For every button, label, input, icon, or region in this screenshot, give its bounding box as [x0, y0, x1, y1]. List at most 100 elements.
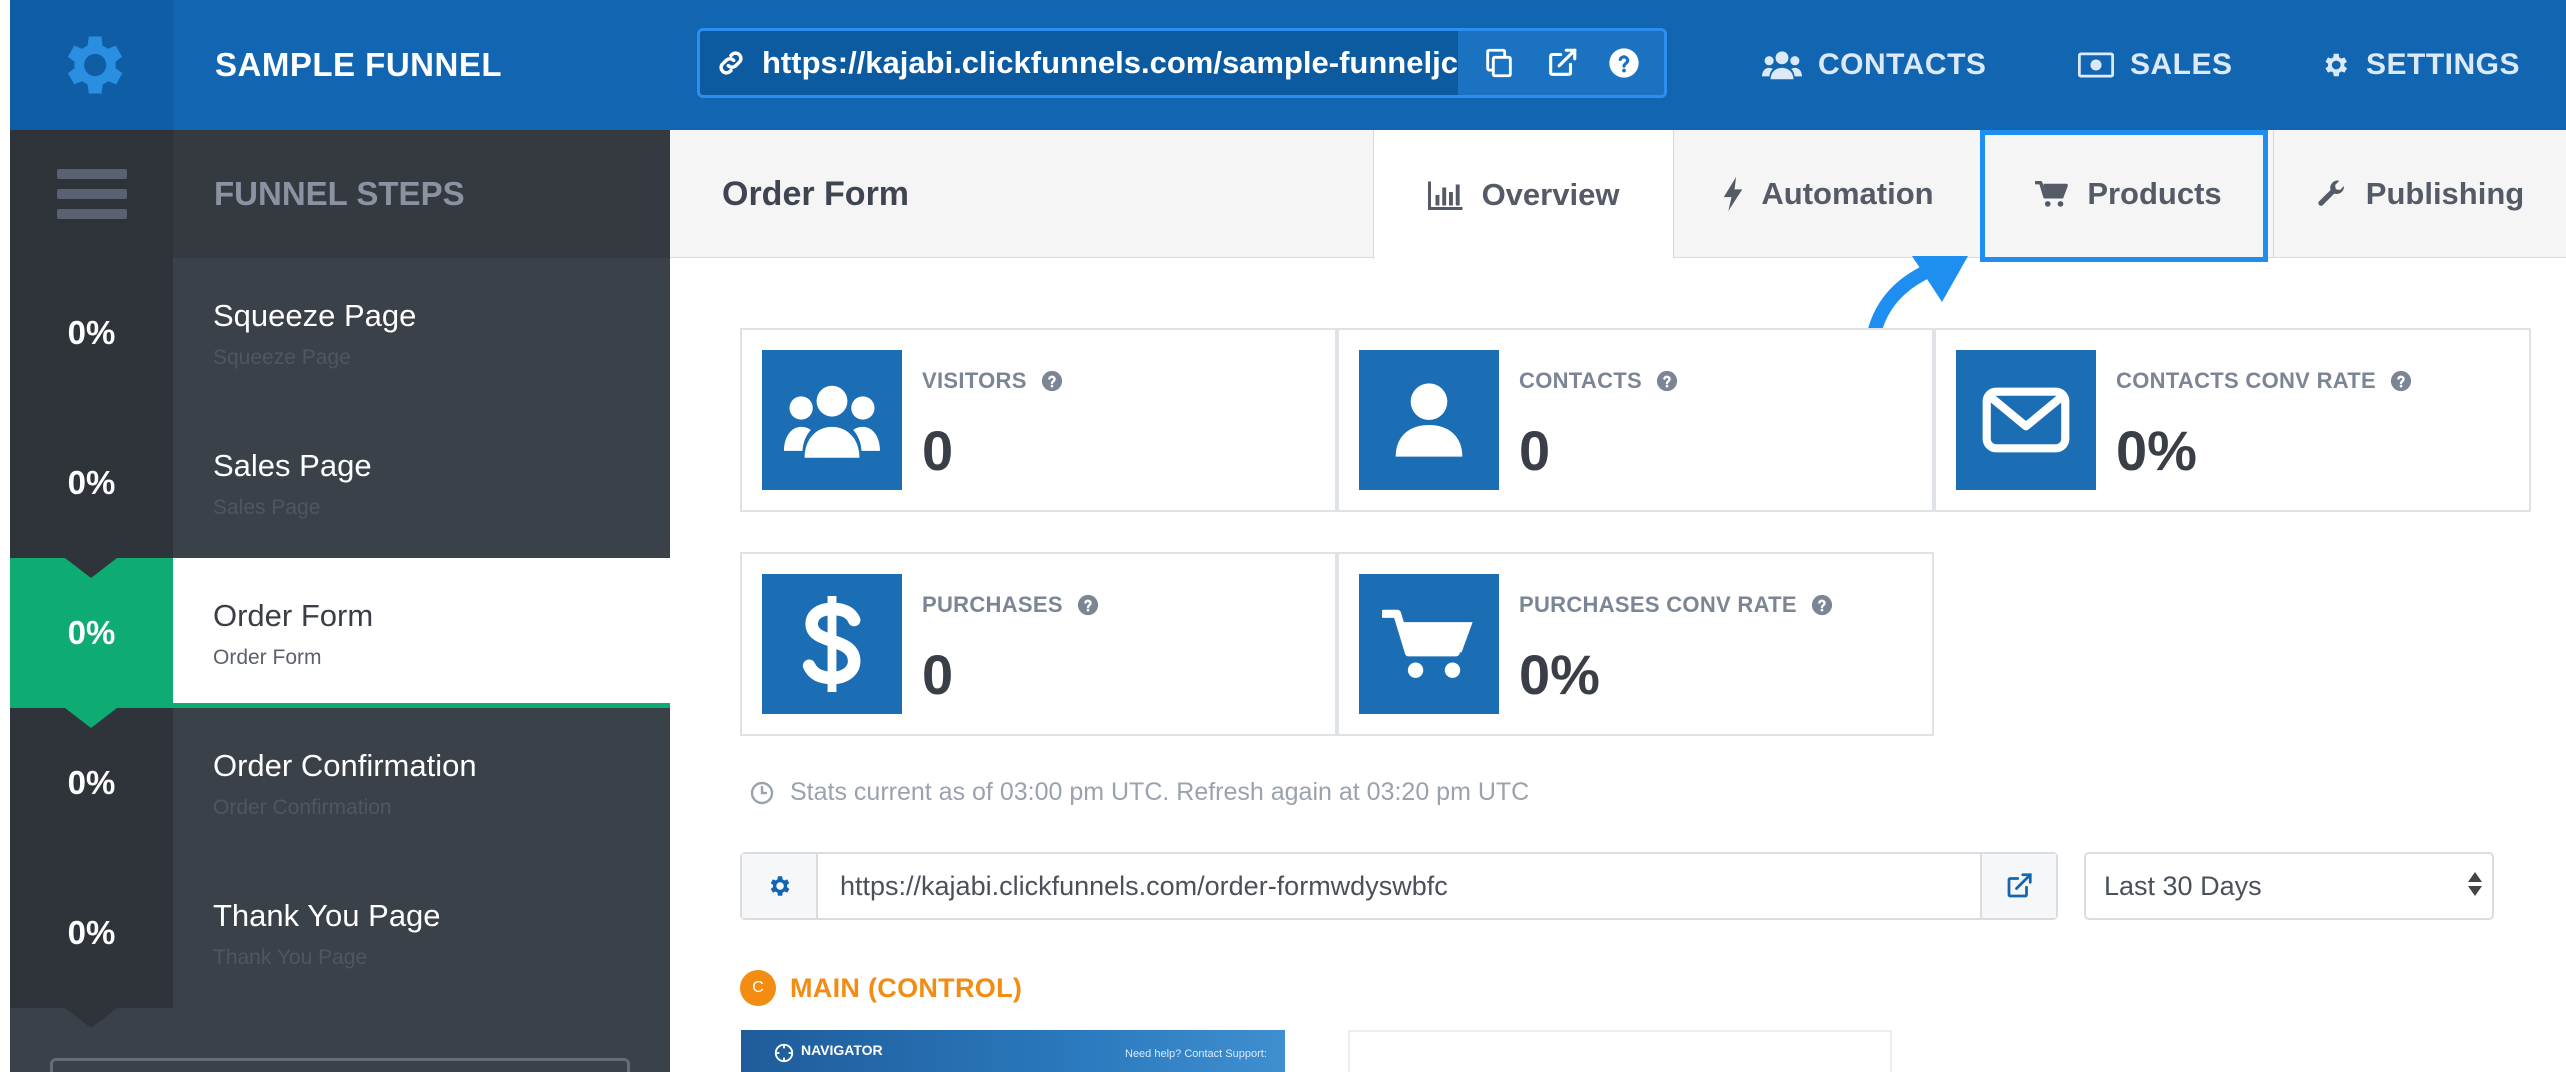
stat-contacts-conv-rate: CONTACTS CONV RATE 0% [1934, 328, 2531, 512]
step-percent: 0% [10, 708, 173, 878]
stat-value: 0 [922, 419, 954, 482]
page-url-row: https://kajabi.clickfunnels.com/order-fo… [740, 852, 2058, 920]
step-percent: 0% [10, 258, 173, 428]
funnel-step-squeeze-page[interactable]: 0% Squeeze Page Squeeze Page [10, 258, 670, 428]
funnel-url-text[interactable]: https://kajabi.clickfunnels.com/sample-f… [762, 45, 1458, 81]
step-names: Order Confirmation Order Confirmation [173, 708, 670, 858]
step-name: Order Form [213, 598, 374, 633]
page-thumbnail[interactable]: NAVIGATOR Need help? Contact Support: [741, 1030, 1285, 1072]
step-subtitle: Order Form [213, 646, 322, 669]
funnel-step-sales-page[interactable]: 0% Sales Page Sales Page [10, 408, 670, 578]
stat-value: 0 [1519, 419, 1551, 482]
copy-icon[interactable] [1482, 46, 1516, 80]
stat-contacts: CONTACTS 0 [1337, 328, 1934, 512]
stat-label: CONTACTS CONV RATE [2116, 368, 2412, 394]
top-header: SAMPLE FUNNEL https://kajabi.clickfunnel… [10, 0, 2566, 130]
tab-products[interactable]: Products [1983, 130, 2273, 258]
step-name: Order Confirmation [213, 748, 477, 783]
funnel-title: SAMPLE FUNNEL [215, 46, 502, 83]
stat-label-text: PURCHASES [922, 592, 1063, 617]
stat-label: VISITORS [922, 368, 1063, 394]
users-icon [784, 385, 880, 458]
nav-settings[interactable]: SETTINGS [2320, 0, 2520, 130]
stat-label-text: PURCHASES CONV RATE [1519, 592, 1797, 617]
nav-contacts[interactable]: CONTACTS [1762, 0, 1986, 130]
help-icon[interactable] [1608, 47, 1640, 79]
stat-label: PURCHASES [922, 592, 1099, 618]
step-percent: 0% [10, 408, 173, 578]
funnel-step-order-form[interactable]: 0% Order Form Order Form [10, 558, 670, 728]
users-icon [1762, 51, 1802, 80]
tab-overview[interactable]: Overview [1373, 130, 1673, 259]
sidebar-header: FUNNEL STEPS [10, 130, 670, 258]
stat-label: CONTACTS [1519, 368, 1678, 394]
stat-icon-box [762, 574, 902, 714]
step-subtitle: Order Confirmation [213, 796, 392, 819]
stats-refresh-note: Stats current as of 03:00 pm UTC. Refres… [750, 778, 1529, 807]
bolt-icon [1724, 177, 1743, 211]
thumbnail-brand: NAVIGATOR [801, 1042, 883, 1058]
variant-name: MAIN (CONTROL) [790, 972, 1023, 1003]
stat-value: 0% [2116, 419, 2197, 482]
help-icon[interactable] [1811, 594, 1833, 616]
step-names: Thank You Page Thank You Page [173, 858, 670, 1008]
url-settings-button[interactable] [742, 854, 818, 918]
stats-note-text: Stats current as of 03:00 pm UTC. Refres… [790, 778, 1530, 806]
app-logo[interactable] [10, 0, 173, 130]
page-url-input[interactable]: https://kajabi.clickfunnels.com/order-fo… [818, 854, 1980, 918]
settings-gear-icon [2325, 53, 2347, 77]
page-edge [0, 0, 10, 1072]
stat-icon-box [1956, 350, 2096, 490]
gear-icon [67, 36, 122, 94]
compass-icon [774, 1043, 794, 1063]
help-icon[interactable] [1656, 370, 1678, 392]
nav-settings-label: SETTINGS [2366, 48, 2521, 81]
stat-icon-box [1359, 574, 1499, 714]
funnel-step-thank-you-page[interactable]: 0% Thank You Page Thank You Page [10, 858, 670, 1028]
help-icon[interactable] [1077, 594, 1099, 616]
date-range-select[interactable]: Last 30 Days [2084, 852, 2494, 920]
step-name: Squeeze Page [213, 298, 417, 333]
external-link-icon[interactable] [1545, 46, 1579, 80]
add-step-button[interactable] [50, 1058, 630, 1072]
user-icon [1395, 383, 1463, 457]
tab-overview-label: Overview [1481, 176, 1620, 212]
tab-publishing[interactable]: Publishing [2273, 130, 2566, 258]
page-title: Order Form [722, 175, 910, 213]
funnel-steps-sidebar: FUNNEL STEPS 0% Squeeze Page Squeeze Pag… [10, 130, 670, 1072]
variant-stats-panel [1348, 1030, 1892, 1072]
date-range-value: Last 30 Days [2104, 870, 2262, 901]
thumbnail-help-text: Need help? Contact Support: [1125, 1048, 1267, 1060]
stat-visitors: VISITORS 0 [740, 328, 1337, 512]
help-icon[interactable] [2390, 370, 2412, 392]
select-arrows-icon [2468, 872, 2482, 896]
stat-label: PURCHASES CONV RATE [1519, 592, 1833, 618]
nav-sales-label: SALES [2130, 48, 2233, 81]
open-page-button[interactable] [1980, 854, 2056, 918]
variant-badge: C [740, 970, 776, 1006]
cart-icon [1382, 609, 1473, 678]
stat-purchases-conv-rate: PURCHASES CONV RATE 0% [1337, 552, 1934, 736]
stat-icon-box [762, 350, 902, 490]
tab-publishing-label: Publishing [2365, 176, 2525, 211]
nav-sales[interactable]: SALES [2078, 0, 2233, 130]
step-percent: 0% [10, 858, 173, 1028]
help-icon[interactable] [1041, 370, 1063, 392]
hamburger-menu-icon[interactable] [10, 130, 173, 258]
stat-label-text: VISITORS [922, 368, 1027, 393]
step-percent: 0% [10, 558, 173, 728]
step-subtitle: Thank You Page [213, 946, 368, 969]
variant-header: C MAIN (CONTROL) [740, 970, 1022, 1006]
step-subtitle: Sales Page [213, 496, 321, 519]
tab-products-label: Products [2087, 176, 2222, 211]
envelope-icon [1982, 387, 2070, 453]
step-tab-bar: Order Form Overview Automation Products … [670, 130, 2566, 259]
stat-icon-box [1359, 350, 1499, 490]
tab-automation[interactable]: Automation [1673, 130, 1983, 258]
sidebar-title: FUNNEL STEPS [214, 175, 465, 212]
stat-label-text: CONTACTS [1519, 368, 1642, 393]
step-subtitle: Squeeze Page [213, 346, 351, 369]
cart-icon [2035, 180, 2069, 207]
funnel-step-order-confirmation[interactable]: 0% Order Confirmation Order Confirmation [10, 708, 670, 878]
link-icon [700, 31, 762, 95]
